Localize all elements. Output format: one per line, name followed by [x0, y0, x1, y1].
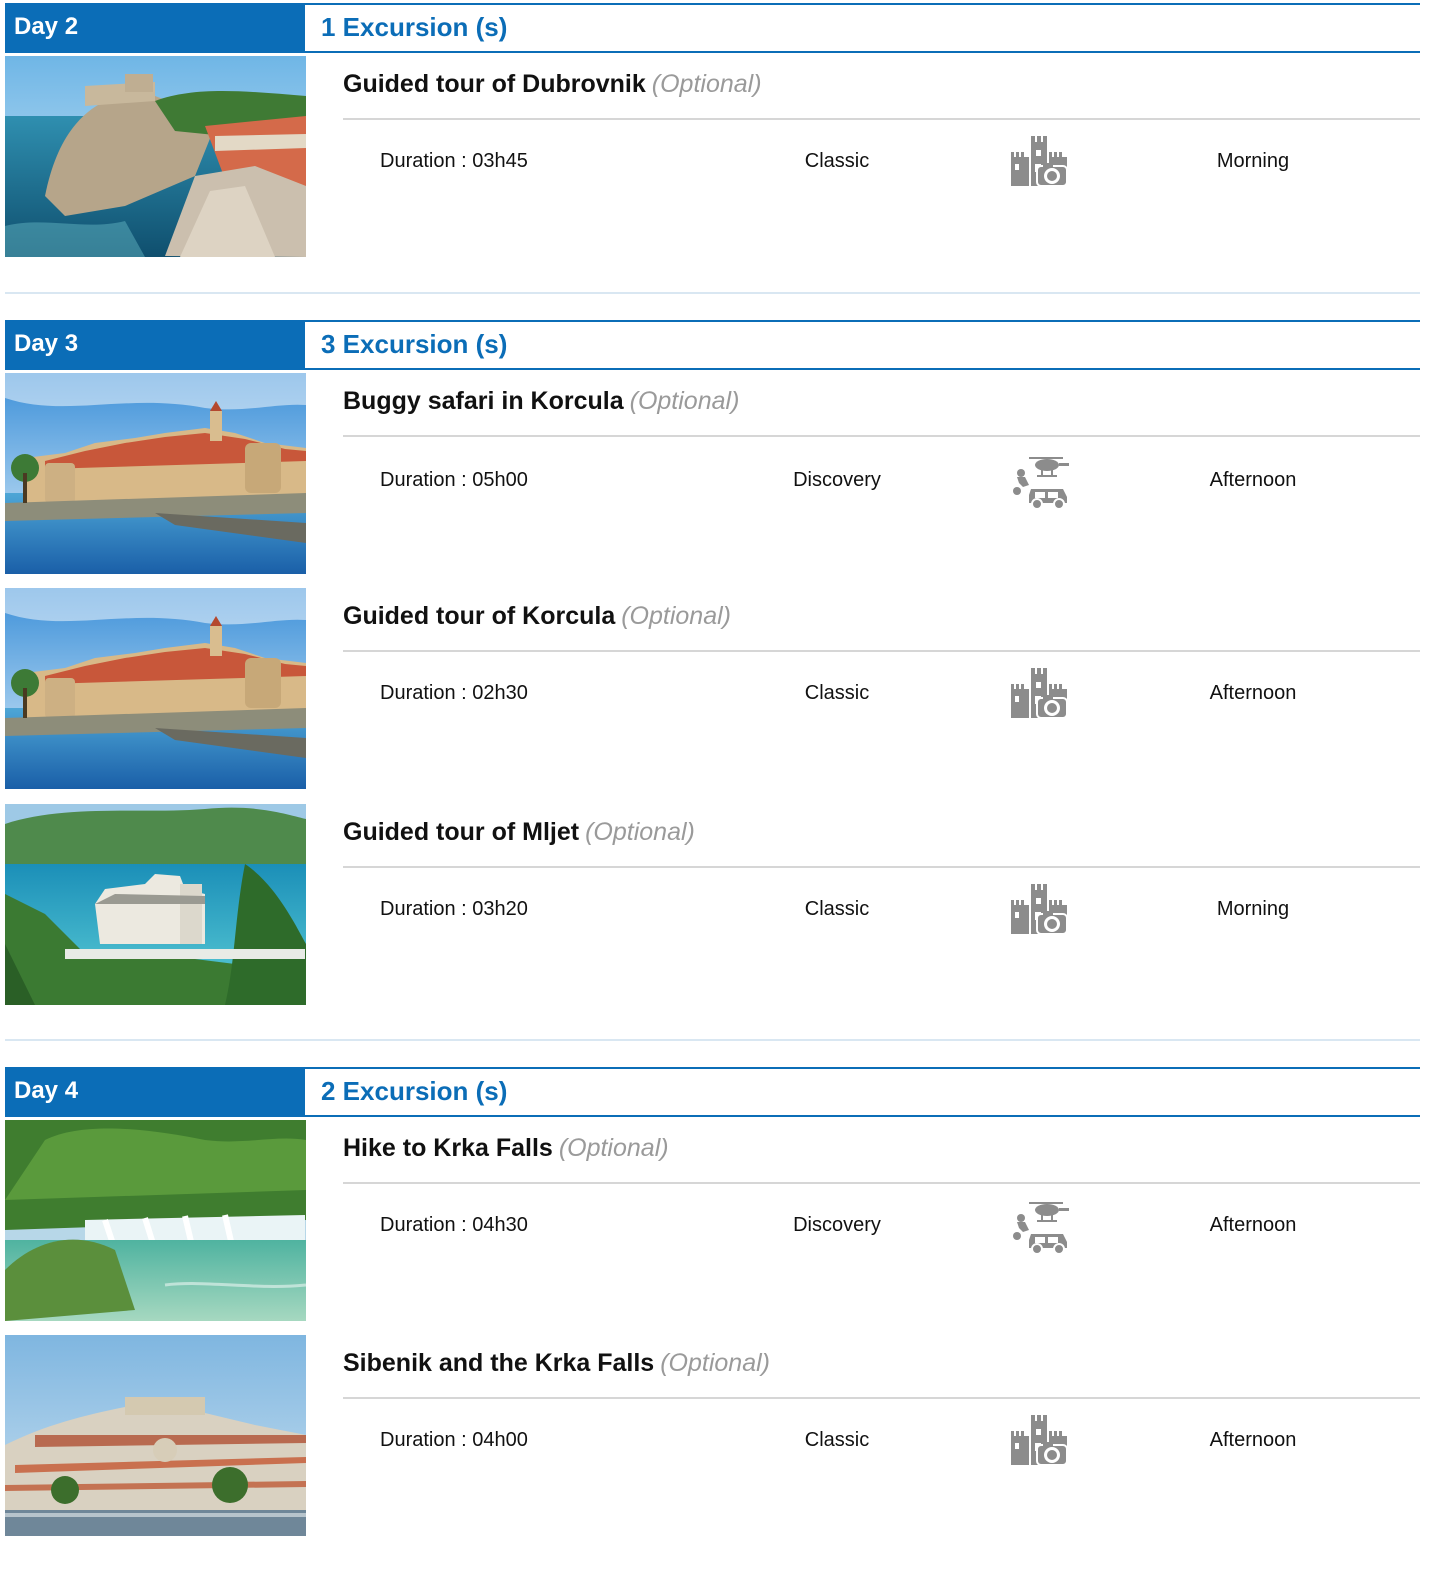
excursion-photo[interactable] [5, 588, 306, 789]
excursion-photo[interactable] [5, 1335, 306, 1536]
activity-vehicles-icon [1007, 453, 1071, 509]
excursion-divider [343, 1182, 1420, 1184]
excursion-item[interactable]: Hike to Krka Falls (Optional) Duration : … [5, 1120, 1420, 1322]
excursion-photo[interactable] [5, 56, 306, 257]
excursion-duration: Duration : 05h00 [380, 469, 528, 491]
excursion-title-text: Guided tour of Dubrovnik [343, 70, 646, 98]
excursion-count: 1 Excursion (s) [321, 12, 508, 42]
day-separator [5, 1039, 1420, 1041]
excursion-count: 2 Excursion (s) [321, 1076, 508, 1106]
excursion-duration: Duration : 04h30 [380, 1214, 528, 1236]
castle-camera-icon [1007, 134, 1071, 190]
excursion-divider [343, 1397, 1420, 1399]
excursion-title[interactable]: Hike to Krka Falls (Optional) [343, 1134, 669, 1163]
excursion-time-of-day: Afternoon [1209, 1429, 1297, 1451]
excursion-item[interactable]: Buggy safari in Korcula (Optional) Durati… [5, 373, 1420, 575]
excursion-photo[interactable] [5, 373, 306, 574]
castle-camera-icon [1007, 1413, 1071, 1469]
day-label: Day 2 [5, 3, 305, 53]
excursion-title-text: Hike to Krka Falls [343, 1134, 553, 1162]
excursion-title[interactable]: Guided tour of Dubrovnik (Optional) [343, 70, 762, 99]
excursion-title[interactable]: Buggy safari in Korcula (Optional) [343, 387, 739, 416]
excursion-photo[interactable] [5, 804, 306, 1005]
excursion-title[interactable]: Sibenik and the Krka Falls (Optional) [343, 1349, 770, 1378]
excursion-count-bar: 2 Excursion (s) [305, 1067, 1420, 1117]
day-section-4: Day 4 2 Excursion (s) Hike to Krka Falls… [5, 1067, 1420, 1117]
castle-camera-icon [1007, 882, 1071, 938]
optional-tag: (Optional) [585, 818, 695, 846]
excursion-divider [343, 650, 1420, 652]
excursion-item[interactable]: Guided tour of Dubrovnik (Optional) Durat… [5, 56, 1420, 258]
optional-tag: (Optional) [629, 387, 740, 415]
optional-tag: (Optional) [558, 1134, 669, 1162]
excursion-duration: Duration : 03h45 [380, 150, 528, 172]
excursion-time-of-day: Afternoon [1209, 1214, 1297, 1236]
day-label: Day 4 [5, 1067, 305, 1117]
excursion-count-bar: 3 Excursion (s) [305, 320, 1420, 370]
excursion-level: Classic [804, 898, 870, 920]
day-label: Day 3 [5, 320, 305, 370]
excursion-title-text: Guided tour of Korcula [343, 602, 616, 630]
excursion-duration: Duration : 04h00 [380, 1429, 528, 1451]
excursion-title-text: Sibenik and the Krka Falls [343, 1349, 655, 1377]
excursion-duration: Duration : 02h30 [380, 682, 528, 704]
excursion-count: 3 Excursion (s) [321, 329, 508, 359]
excursion-item[interactable]: Guided tour of Mljet (Optional) Duration … [5, 804, 1420, 1006]
excursion-photo[interactable] [5, 1120, 306, 1321]
excursion-divider [343, 118, 1420, 120]
excursion-divider [343, 866, 1420, 868]
excursion-time-of-day: Afternoon [1209, 682, 1297, 704]
excursion-time-of-day: Afternoon [1209, 469, 1297, 491]
excursion-level: Classic [804, 682, 870, 704]
excursion-level: Classic [804, 1429, 870, 1451]
day-header: Day 2 1 Excursion (s) [5, 3, 1420, 53]
day-header: Day 4 2 Excursion (s) [5, 1067, 1420, 1117]
excursion-title[interactable]: Guided tour of Mljet (Optional) [343, 818, 695, 847]
optional-tag: (Optional) [651, 70, 762, 98]
day-separator [5, 292, 1420, 294]
excursion-title-text: Buggy safari in Korcula [343, 387, 624, 415]
excursion-level: Discovery [793, 1214, 881, 1236]
excursion-duration: Duration : 03h20 [380, 898, 528, 920]
excursion-time-of-day: Morning [1216, 150, 1290, 172]
optional-tag: (Optional) [621, 602, 731, 630]
excursion-item[interactable]: Guided tour of Korcula (Optional) Duratio… [5, 588, 1420, 790]
excursion-count-bar: 1 Excursion (s) [305, 3, 1420, 53]
excursion-divider [343, 435, 1420, 437]
day-header: Day 3 3 Excursion (s) [5, 320, 1420, 370]
day-section-2: Day 2 1 Excursion (s) Guided tour of Dub… [5, 3, 1420, 53]
excursion-level: Classic [804, 150, 870, 172]
excursion-title[interactable]: Guided tour of Korcula (Optional) [343, 602, 731, 631]
excursion-level: Discovery [793, 469, 881, 491]
optional-tag: (Optional) [660, 1349, 770, 1377]
excursion-time-of-day: Morning [1216, 898, 1290, 920]
excursion-item[interactable]: Sibenik and the Krka Falls (Optional) Dur… [5, 1335, 1420, 1537]
excursion-title-text: Guided tour of Mljet [343, 818, 580, 846]
day-section-3: Day 3 3 Excursion (s) Buggy safari in Ko… [5, 320, 1420, 370]
activity-vehicles-icon [1007, 1198, 1071, 1254]
castle-camera-icon [1007, 666, 1071, 722]
